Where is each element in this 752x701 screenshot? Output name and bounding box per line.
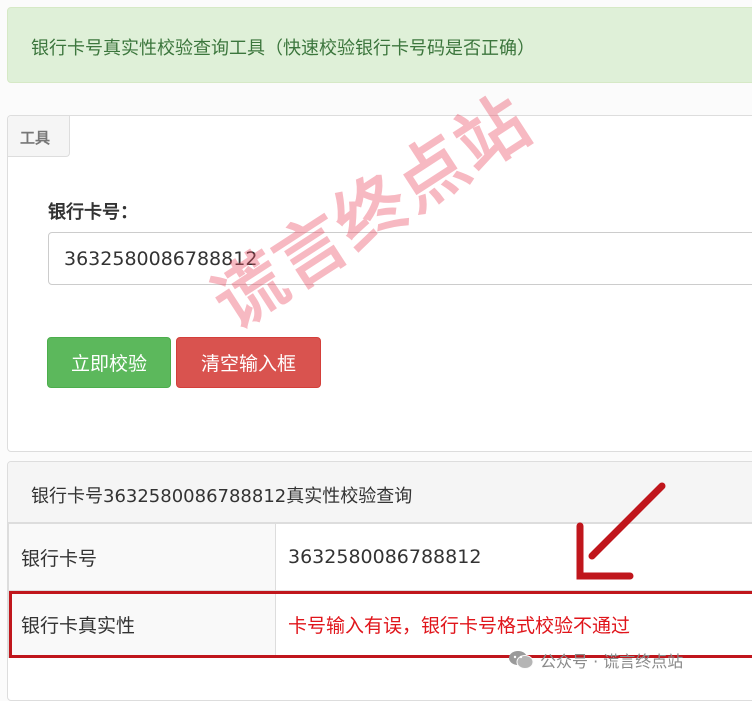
- result-table: 银行卡号 3632580086788812 银行卡真实性 卡号输入有误，银行卡号…: [8, 523, 752, 658]
- tool-panel: 工具 银行卡号： 立即校验 清空输入框: [7, 115, 752, 452]
- alert-text: 银行卡号真实性校验查询工具（快速校验银行卡号码是否正确）: [31, 34, 535, 60]
- tab-tool[interactable]: 工具: [8, 116, 70, 157]
- card-number-label: 银行卡号：: [48, 198, 138, 224]
- card-number-input[interactable]: [48, 232, 752, 285]
- table-row: 银行卡号 3632580086788812: [9, 524, 752, 591]
- row-key: 银行卡真实性: [9, 591, 276, 658]
- clear-button[interactable]: 清空输入框: [176, 337, 321, 388]
- info-alert: 银行卡号真实性校验查询工具（快速校验银行卡号码是否正确）: [7, 7, 752, 83]
- footer-text: 公众号 · 谎言终点站: [540, 648, 683, 672]
- verify-button[interactable]: 立即校验: [47, 337, 171, 388]
- result-heading-bar: 银行卡号3632580086788812真实性校验查询: [8, 462, 752, 523]
- tab-tool-label: 工具: [20, 127, 50, 148]
- row-key: 银行卡号: [9, 524, 276, 591]
- wechat-icon: [508, 650, 534, 670]
- footer-watermark: 公众号 · 谎言终点站: [508, 648, 683, 672]
- row-value: 3632580086788812: [276, 524, 752, 591]
- result-heading: 银行卡号3632580086788812真实性校验查询: [31, 482, 412, 508]
